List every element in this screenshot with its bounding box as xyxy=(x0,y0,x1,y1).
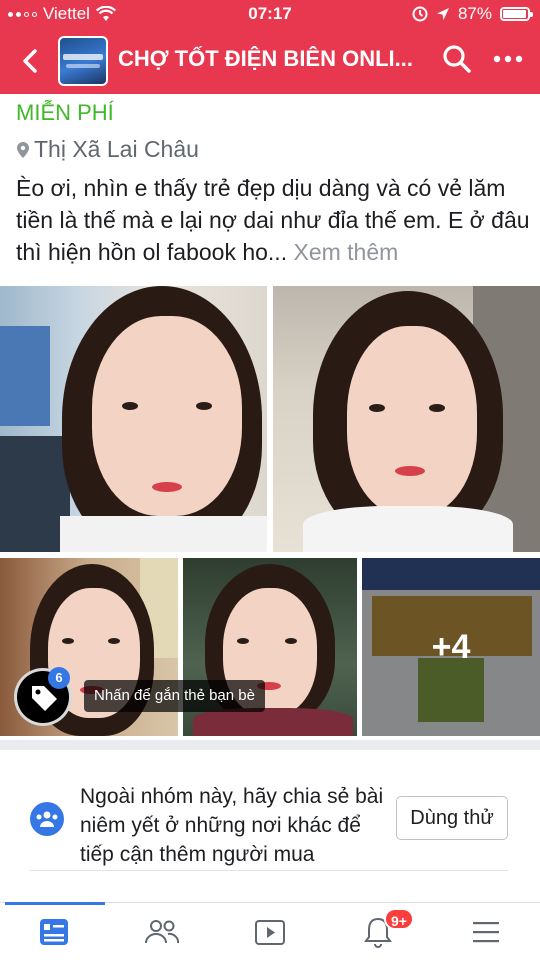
photo-1[interactable] xyxy=(0,286,267,552)
tag-hint-tooltip: Nhấn để gắn thẻ bạn bè xyxy=(84,680,265,712)
tag-count-badge: 6 xyxy=(48,667,70,689)
photo-2[interactable] xyxy=(273,286,540,552)
status-bar: Viettel 07:17 87% xyxy=(0,0,540,28)
listing-location: Thị Xã Lai Châu xyxy=(16,136,199,163)
see-more-link[interactable]: Xem thêm xyxy=(293,239,398,265)
share-suggestion-text: Ngoài nhóm này, hãy chia sẻ bài niêm yết… xyxy=(80,785,384,866)
section-divider xyxy=(0,740,540,750)
location-pin-icon xyxy=(17,141,29,158)
group-people-icon xyxy=(30,802,64,836)
more-photos-count: +4 xyxy=(431,628,471,666)
search-icon[interactable] xyxy=(440,42,474,76)
location-arrow-icon xyxy=(436,8,449,20)
status-right: 87% xyxy=(412,4,533,24)
card-separator xyxy=(30,870,508,871)
post-body-text: Èo ơi, nhìn e thấy trẻ đẹp dịu dàng và c… xyxy=(16,175,530,265)
battery-percent: 87% xyxy=(457,4,492,23)
friends-icon[interactable] xyxy=(142,912,182,952)
group-avatar[interactable] xyxy=(58,36,108,86)
post-body: Èo ơi, nhìn e thấy trẻ đẹp dịu dàng và c… xyxy=(16,172,531,268)
notification-count-badge: 9+ xyxy=(384,908,414,930)
group-title[interactable]: CHỢ TỐT ĐIỆN BIÊN ONLI... xyxy=(118,46,418,72)
location-text: Thị Xã Lai Châu xyxy=(34,136,199,162)
alarm-icon xyxy=(412,6,428,22)
back-button[interactable] xyxy=(14,44,48,78)
menu-hamburger-icon[interactable] xyxy=(466,912,506,952)
watch-video-icon[interactable] xyxy=(250,912,290,952)
photo-5-more[interactable]: +4 xyxy=(362,558,540,736)
group-header: CHỢ TỐT ĐIỆN BIÊN ONLI... xyxy=(0,28,540,94)
listing-price: MIỄN PHÍ xyxy=(16,100,114,125)
more-dots-icon[interactable] xyxy=(490,42,526,76)
active-tab-indicator xyxy=(5,902,105,905)
try-it-button[interactable]: Dùng thử xyxy=(396,796,508,840)
news-feed-icon[interactable] xyxy=(34,912,74,952)
battery-icon xyxy=(500,7,533,21)
